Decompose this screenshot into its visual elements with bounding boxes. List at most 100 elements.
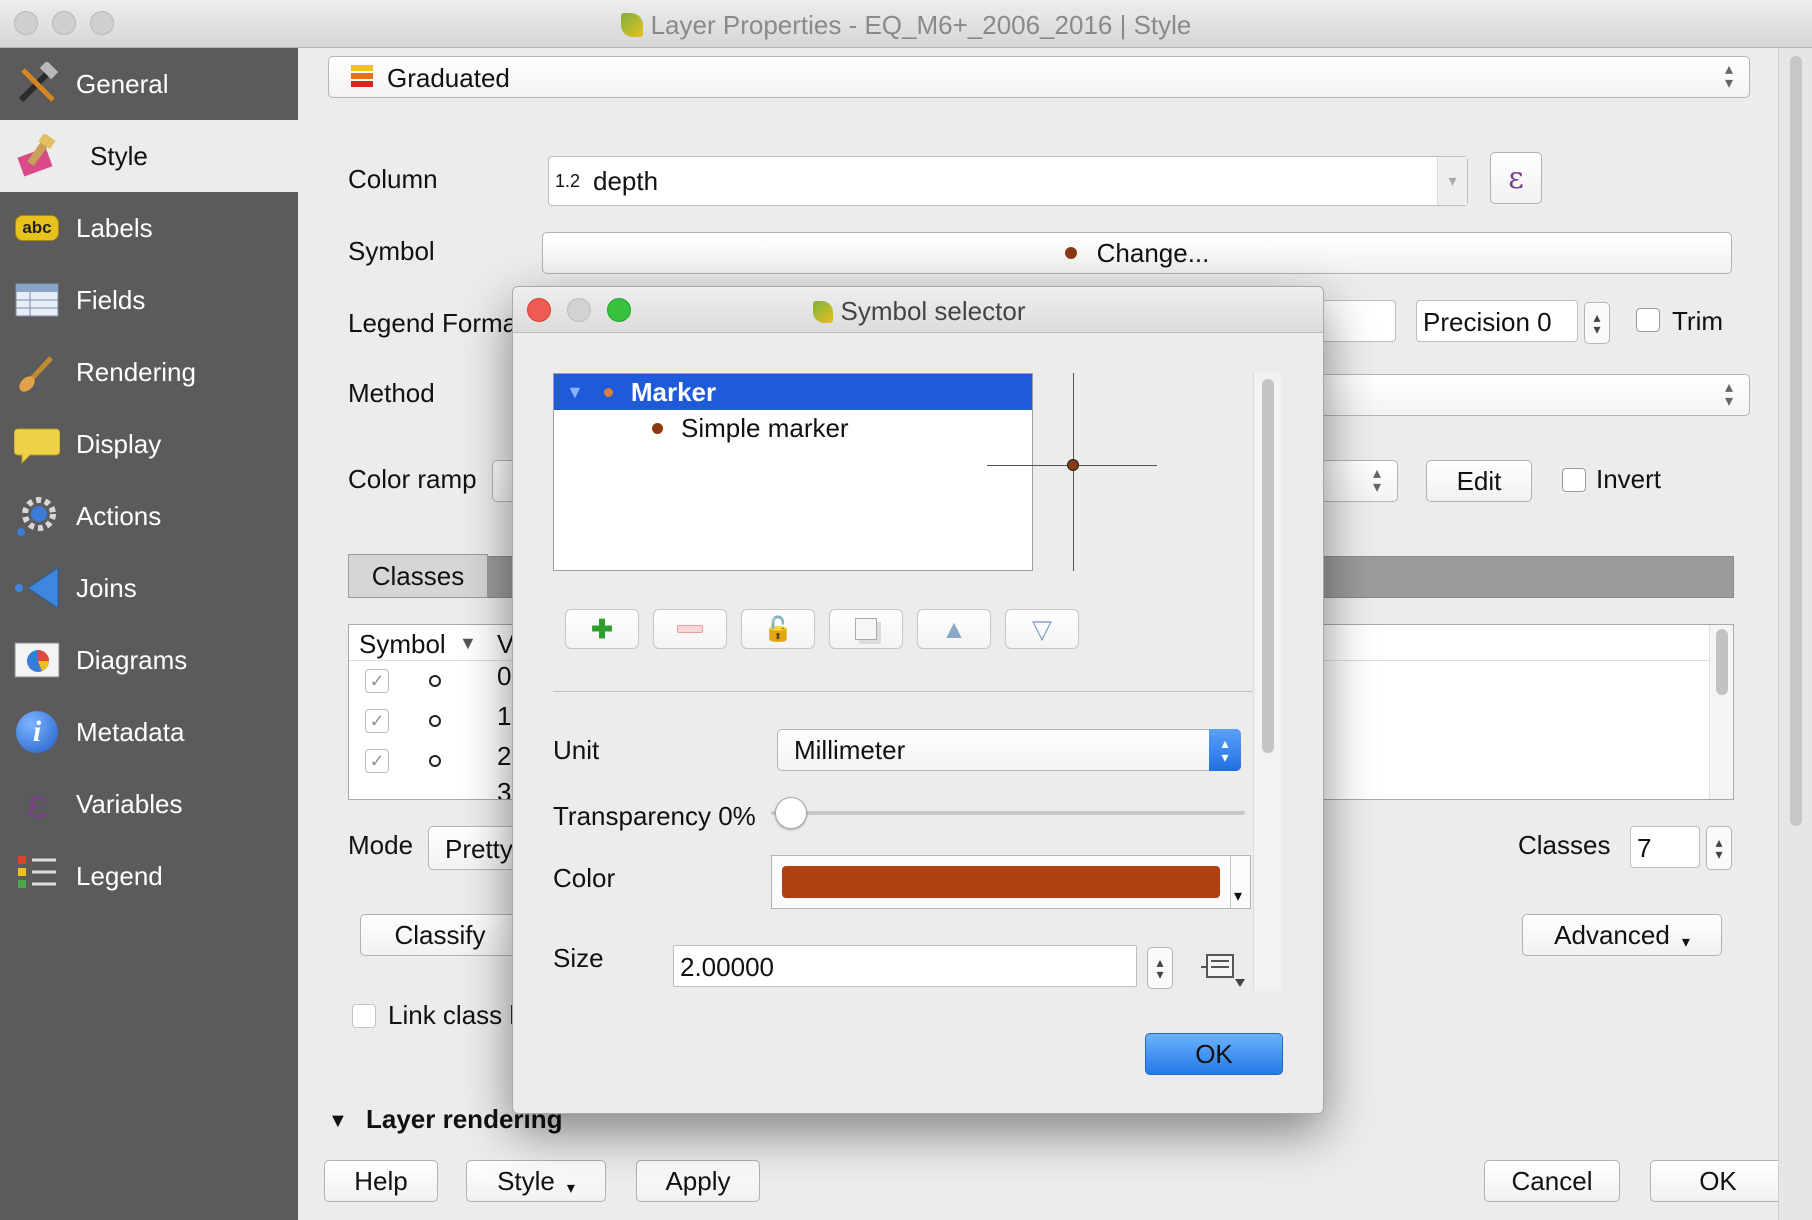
- data-defined-icon: [1201, 954, 1245, 987]
- symbol-layer-tree: ▼ Marker Simple marker: [553, 373, 1033, 571]
- size-stepper[interactable]: ▴ ▾: [1147, 947, 1173, 989]
- sidebar-item-diagrams[interactable]: Diagrams: [0, 624, 298, 696]
- size-label: Size: [553, 943, 604, 973]
- style-menu-button[interactable]: Style ▾: [466, 1160, 606, 1202]
- unit-select[interactable]: Millimeter ▴ ▾: [777, 729, 1241, 771]
- classes-count-label: Classes: [1518, 830, 1611, 860]
- sidebar-item-joins[interactable]: Joins: [0, 552, 298, 624]
- change-symbol-label: Change...: [1096, 237, 1210, 268]
- sidebar-item-label: Joins: [76, 572, 137, 603]
- row-checkbox[interactable]: ✓: [365, 749, 389, 773]
- remove-layer-button[interactable]: [653, 609, 727, 649]
- diagram-icon: [12, 637, 62, 683]
- sidebar-item-label: Labels: [76, 212, 153, 243]
- lock-layer-button[interactable]: 🔓: [741, 609, 815, 649]
- paintbrush-icon: [14, 133, 64, 179]
- transparency-slider-thumb[interactable]: [775, 797, 807, 829]
- disclosure-triangle-icon[interactable]: ▼: [566, 382, 584, 403]
- sidebar-item-rendering[interactable]: Rendering: [0, 336, 298, 408]
- table-scrollbar[interactable]: [1709, 625, 1733, 799]
- dialog-ok-button[interactable]: OK: [1145, 1033, 1283, 1075]
- link-class-checkbox[interactable]: [352, 1004, 376, 1028]
- precision-value: Precision 0: [1423, 307, 1552, 337]
- classes-count-value: 7: [1637, 833, 1652, 863]
- expression-button[interactable]: ε: [1490, 152, 1542, 204]
- method-select[interactable]: ▴ ▾: [1320, 374, 1750, 416]
- sidebar-item-variables[interactable]: ε Variables: [0, 768, 298, 840]
- unit-label: Unit: [553, 735, 600, 765]
- column-select[interactable]: 1.2 depth ▾: [548, 156, 1468, 206]
- precision-field[interactable]: Precision 0: [1416, 300, 1578, 342]
- duplicate-layer-button[interactable]: [829, 609, 903, 649]
- change-symbol-button[interactable]: Change...: [542, 232, 1732, 274]
- sidebar-item-display[interactable]: Display: [0, 408, 298, 480]
- classes-count-field[interactable]: 7: [1630, 826, 1700, 868]
- brush-icon: [12, 349, 62, 395]
- disclosure-triangle-icon[interactable]: ▼: [328, 1110, 348, 1133]
- trim-checkbox[interactable]: [1636, 308, 1660, 332]
- dialog-scrollbar[interactable]: [1253, 373, 1281, 991]
- renderer-select[interactable]: Graduated ▴ ▾: [328, 56, 1750, 98]
- tab-classes-label: Classes: [371, 560, 465, 591]
- abc-label-icon: abc: [12, 205, 62, 251]
- classes-count-stepper[interactable]: ▴ ▾: [1706, 826, 1732, 870]
- color-label: Color: [553, 863, 616, 893]
- epsilon-icon: ε: [27, 782, 47, 826]
- renderer-value: Graduated: [387, 63, 510, 93]
- row-checkbox[interactable]: ✓: [365, 669, 389, 693]
- ok-button[interactable]: OK: [1650, 1160, 1786, 1202]
- chevron-down-icon[interactable]: ▾: [1437, 157, 1467, 205]
- sidebar-item-label: Legend: [76, 860, 163, 891]
- chevron-down-icon: ▾: [1234, 888, 1243, 905]
- size-field[interactable]: 2.00000: [673, 945, 1137, 987]
- apply-button[interactable]: Apply: [636, 1160, 760, 1202]
- advanced-button[interactable]: Advanced ▾: [1522, 914, 1722, 956]
- speech-bubble-icon: [12, 421, 62, 467]
- sidebar-item-actions[interactable]: Actions: [0, 480, 298, 552]
- main-scrollbar[interactable]: [1778, 48, 1812, 1220]
- header-symbol[interactable]: Symbol: [359, 629, 446, 660]
- cancel-label: Cancel: [1511, 1165, 1593, 1196]
- color-swatch: [782, 866, 1220, 898]
- classify-button[interactable]: Classify: [360, 914, 520, 956]
- move-up-button[interactable]: ▲: [917, 609, 991, 649]
- color-button[interactable]: ▾: [771, 855, 1251, 909]
- transparency-slider-track[interactable]: [771, 811, 1245, 815]
- style-menu-label: Style: [497, 1165, 555, 1196]
- sidebar-item-labels[interactable]: abc Labels: [0, 192, 298, 264]
- edit-ramp-button[interactable]: Edit: [1426, 460, 1532, 502]
- cancel-button[interactable]: Cancel: [1484, 1160, 1620, 1202]
- sidebar-item-metadata[interactable]: i Metadata: [0, 696, 298, 768]
- sidebar-item-general[interactable]: General: [0, 48, 298, 120]
- window-titlebar: Layer Properties - EQ_M6+_2006_2016 | St…: [0, 0, 1812, 48]
- data-defined-override-button[interactable]: [1199, 949, 1249, 989]
- precision-stepper[interactable]: ▴ ▾: [1584, 302, 1610, 344]
- sidebar-item-legend[interactable]: Legend: [0, 840, 298, 912]
- window-title-text: Layer Properties - EQ_M6+_2006_2016 | St…: [650, 10, 1192, 40]
- invert-label: Invert: [1596, 464, 1662, 494]
- help-button[interactable]: Help: [324, 1160, 438, 1202]
- tree-item-label: Simple marker: [681, 412, 849, 443]
- add-layer-button[interactable]: ✚: [565, 609, 639, 649]
- sidebar-item-label: Metadata: [76, 716, 185, 747]
- sort-down-icon: ▼: [459, 633, 477, 653]
- move-down-button[interactable]: ▽: [1005, 609, 1079, 649]
- chevron-down-icon: ▾: [1681, 934, 1690, 951]
- size-value: 2.00000: [680, 952, 774, 982]
- column-label: Column: [348, 164, 438, 194]
- help-label: Help: [354, 1165, 408, 1196]
- row-value: 1: [497, 701, 512, 731]
- sidebar-item-label: Fields: [76, 284, 146, 315]
- duplicate-icon: [855, 618, 877, 640]
- unit-value: Millimeter: [794, 735, 906, 765]
- dialog-ok-label: OK: [1195, 1038, 1233, 1069]
- join-arrow-icon: [12, 565, 62, 611]
- tab-classes[interactable]: Classes: [348, 554, 488, 598]
- tree-item-marker[interactable]: ▼ Marker: [554, 374, 1032, 410]
- tree-item-simple-marker[interactable]: Simple marker: [554, 410, 1032, 446]
- sidebar-item-fields[interactable]: Fields: [0, 264, 298, 336]
- invert-checkbox[interactable]: [1562, 468, 1586, 492]
- legend-format-input[interactable]: [1320, 300, 1396, 342]
- row-checkbox[interactable]: ✓: [365, 709, 389, 733]
- sidebar-item-style[interactable]: Style: [0, 120, 298, 192]
